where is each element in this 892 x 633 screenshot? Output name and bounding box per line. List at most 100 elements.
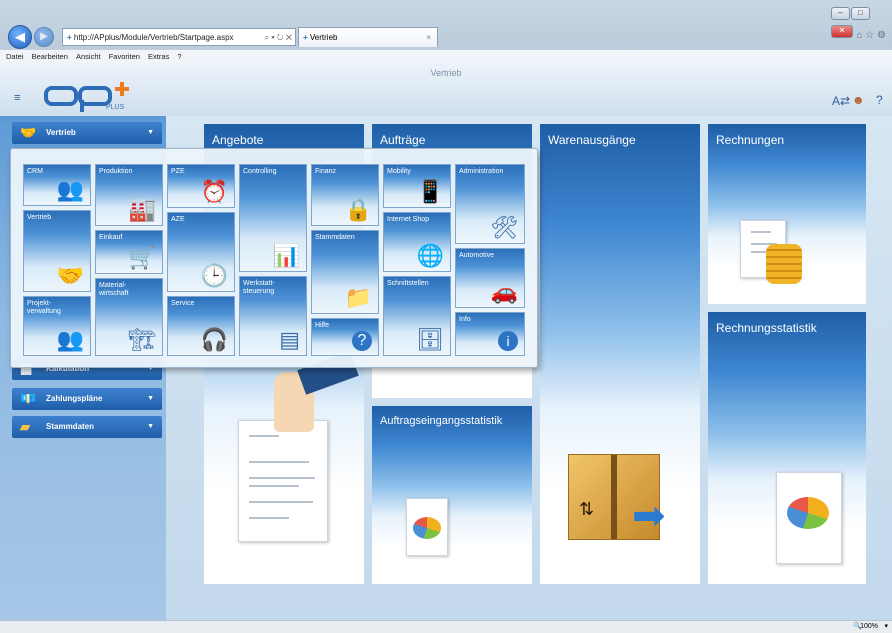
- home-icon[interactable]: ⌂: [856, 30, 862, 41]
- module-tile-info[interactable]: Info i: [455, 312, 525, 356]
- tile-warenausgaenge[interactable]: Warenausgänge ⇅ ➡: [540, 124, 700, 584]
- module-tile-internet-shop[interactable]: Internet Shop 🌐: [383, 212, 451, 272]
- tile-title: Angebote: [212, 133, 264, 147]
- module-label: Stammdaten: [315, 234, 355, 241]
- module-tile-produktion[interactable]: Produktion 🏭: [95, 164, 163, 226]
- module-tile-stammdaten[interactable]: Stammdaten 📁: [311, 230, 379, 314]
- module-label: Finanz: [315, 168, 337, 175]
- module-tile-einkauf[interactable]: Einkauf 🛒: [95, 230, 163, 274]
- module-label: Mobility: [387, 168, 411, 175]
- module-label: PZE: [171, 168, 185, 175]
- tile-title: Rechnungen: [716, 133, 785, 147]
- settings-icon[interactable]: ⚙: [877, 30, 886, 41]
- chevron-down-icon: ▼: [147, 129, 154, 136]
- language-icon[interactable]: A⇄: [832, 94, 850, 108]
- module-tile-schnittstellen[interactable]: Schnittstellen 🗄: [383, 276, 451, 356]
- favicon-icon: +: [67, 33, 72, 42]
- address-controls[interactable]: ⌕ ▾ ↻ ✕: [265, 29, 292, 45]
- tile-title: Aufträge: [380, 133, 426, 147]
- tools-icon: 🛠: [490, 215, 518, 240]
- zoom-level[interactable]: 100%: [860, 621, 878, 633]
- tile-title: Auftragseingangsstatistik: [380, 415, 503, 427]
- help-icon: ?: [352, 331, 372, 351]
- handshake-icon: 🤝: [20, 125, 37, 140]
- minimize-icon[interactable]: –: [831, 7, 850, 20]
- favorites-icon[interactable]: ☆: [865, 30, 874, 41]
- browser-tab[interactable]: + Vertrieb ×: [298, 27, 438, 47]
- module-tile-service[interactable]: Service 🎧: [167, 296, 235, 356]
- module-label: Vertrieb: [27, 214, 52, 221]
- module-menu: CRM 👥 Vertrieb 🤝 Projekt- verwaltung 👥 P…: [10, 148, 538, 368]
- handshake-icon: 🤝: [56, 263, 84, 288]
- maximize-icon[interactable]: □: [851, 7, 870, 20]
- module-tile-vertrieb[interactable]: Vertrieb 🤝: [23, 210, 91, 292]
- clock-icon: 🕒: [200, 263, 228, 288]
- report-icon: [406, 498, 448, 556]
- module-label: CRM: [27, 168, 43, 175]
- sidebar-item-label: Zahlungspläne: [46, 394, 103, 403]
- menu-help[interactable]: ?: [177, 52, 181, 61]
- tile-auftragseingangsstatistik[interactable]: Auftragseingangsstatistik: [372, 406, 532, 584]
- module-label: Hilfe: [315, 322, 330, 329]
- module-tile-aze[interactable]: AZE 🕒: [167, 212, 235, 292]
- module-label: Schnittstellen: [387, 280, 429, 287]
- help-icon[interactable]: ?: [876, 93, 883, 107]
- sidebar-item-zahlungsplaene[interactable]: 💶 Zahlungspläne ▼: [12, 388, 162, 410]
- module-tile-crm[interactable]: CRM 👥: [23, 164, 91, 206]
- folders-icon: 📁: [344, 285, 372, 310]
- module-label: Administration: [459, 168, 504, 175]
- address-text: http://APplus/Module/Vertrieb/Startpage.…: [73, 33, 234, 42]
- menu-ansicht[interactable]: Ansicht: [76, 52, 101, 61]
- window-controls: – □ ✕: [830, 2, 888, 38]
- sidebar-item-vertrieb[interactable]: 🤝 Vertrieb ▼: [12, 122, 162, 144]
- address-bar[interactable]: + http://APplus/Module/Vertrieb/Startpag…: [62, 28, 296, 46]
- tile-title: Warenausgänge: [548, 133, 636, 147]
- module-tile-finanz[interactable]: Finanz 🔒: [311, 164, 379, 226]
- chevron-down-icon[interactable]: ▾: [884, 621, 888, 633]
- chart-person-icon: 📊: [272, 243, 300, 268]
- module-tile-mobility[interactable]: Mobility 📱: [383, 164, 451, 208]
- logo-sub: PLUS: [106, 104, 125, 111]
- chevron-down-icon: ▼: [147, 423, 154, 430]
- tile-title: Rechnungsstatistik: [716, 321, 817, 335]
- menu-favoriten[interactable]: Favoriten: [109, 52, 140, 61]
- chevron-down-icon: ▼: [147, 395, 154, 402]
- menu-icon[interactable]: ≡: [14, 92, 20, 104]
- module-tile-hilfe[interactable]: Hilfe ?: [311, 318, 379, 356]
- headset-icon: 🎧: [200, 327, 228, 352]
- menu-extras[interactable]: Extras: [148, 52, 169, 61]
- module-tile-automotive[interactable]: Automotive 🚗: [455, 248, 525, 308]
- menu-bearbeiten[interactable]: Bearbeiten: [32, 52, 68, 61]
- status-bar: 🔍 100% ▾: [0, 620, 892, 633]
- module-label: Material- wirtschaft: [99, 282, 129, 297]
- module-tile-administration[interactable]: Administration 🛠: [455, 164, 525, 244]
- safe-icon: 🔒: [344, 197, 372, 222]
- tile-rechnungsstatistik[interactable]: Rechnungsstatistik: [708, 312, 866, 584]
- back-button[interactable]: ◀: [8, 25, 32, 49]
- info-icon: i: [498, 331, 518, 351]
- coins-icon: [766, 244, 802, 284]
- clock-person-icon: ⏰: [200, 179, 228, 204]
- module-tile-pze[interactable]: PZE ⏰: [167, 164, 235, 208]
- menu-datei[interactable]: Datei: [6, 52, 24, 61]
- report-icon: [776, 472, 842, 564]
- module-label: Internet Shop: [387, 216, 430, 223]
- module-tile-controlling[interactable]: Controlling 📊: [239, 164, 307, 272]
- module-label: Controlling: [243, 168, 277, 175]
- sidebar-item-stammdaten[interactable]: ▰ Stammdaten ▼: [12, 416, 162, 438]
- module-label: AZE: [171, 216, 185, 223]
- logo: PLUS: [40, 80, 150, 112]
- module-tile-projektverwaltung[interactable]: Projekt- verwaltung 👥: [23, 296, 91, 356]
- module-tile-materialwirtschaft[interactable]: Material- wirtschaft 🏗: [95, 278, 163, 356]
- module-label: Werkstatt- steuerung: [243, 280, 275, 295]
- user-icon[interactable]: ☻: [852, 93, 865, 107]
- tab-close-icon[interactable]: ×: [426, 28, 431, 48]
- team-icon: 👥: [56, 327, 84, 352]
- tile-rechnungen[interactable]: Rechnungen: [708, 124, 866, 304]
- close-icon[interactable]: ✕: [831, 25, 853, 38]
- module-tile-werkstattsteuerung[interactable]: Werkstatt- steuerung ▤: [239, 276, 307, 356]
- page-title: Vertrieb: [430, 68, 462, 78]
- forward-button[interactable]: ▶: [34, 27, 54, 47]
- database-icon: 🗄: [416, 327, 444, 352]
- globe-cart-icon: 🌐: [416, 243, 444, 268]
